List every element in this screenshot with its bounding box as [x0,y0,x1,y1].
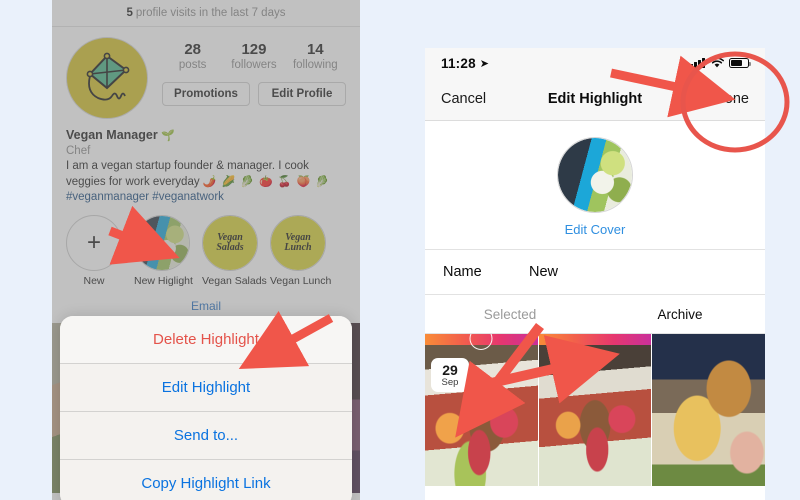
battery-icon [729,58,751,68]
date-badge: 29 Sep [431,358,469,392]
salad-cover-image [558,138,632,212]
cover-section: Edit Cover [425,121,765,250]
copy-highlight-link-option[interactable]: Copy Highlight Link [60,459,352,500]
delete-highlight-option[interactable]: Delete Highlight [60,316,352,363]
highlight-cover-preview[interactable] [557,137,633,213]
cellular-signal-icon [690,58,705,68]
wifi-icon [710,57,724,67]
highlight-action-sheet: Delete Highlight Edit Highlight Send to.… [60,316,352,500]
poke-bowl-image [425,334,538,486]
status-bar-time: 11:28 [441,55,476,71]
name-field-label: Name [443,264,482,280]
poke-bowl-table-image [538,334,652,486]
nav-bar: Cancel Edit Highlight Done [425,78,765,121]
done-button[interactable]: Done [714,91,749,107]
thumbnail-burger-fries[interactable] [651,334,765,486]
edit-highlight-option[interactable]: Edit Highlight [60,363,352,411]
thumbnail-poke-bowl-table[interactable] [537,334,652,486]
story-thumbnail-grid: 29 Sep [425,334,765,486]
edit-highlight-screen: 11:28 ➤ Cancel Edit Highlight Done Edit … [425,48,765,500]
screenshot-stage: 5 profile visits in the last 7 days 28 p… [0,0,800,500]
story-source-tabs: Selected Archive [425,295,765,334]
name-field-value[interactable]: New [529,264,558,280]
location-arrow-icon: ➤ [479,57,490,70]
send-to-option[interactable]: Send to... [60,411,352,459]
burger-fries-image [652,334,765,486]
thumbnail-poke-bowl[interactable]: 29 Sep [425,334,538,486]
cancel-button[interactable]: Cancel [441,91,486,107]
status-bar: 11:28 ➤ [425,48,765,78]
story-gradient-strip [538,334,652,345]
name-field-row[interactable]: Name New [425,250,765,295]
tab-archive[interactable]: Archive [595,295,765,333]
instagram-profile-screen: 5 profile visits in the last 7 days 28 p… [52,0,360,500]
edit-cover-link[interactable]: Edit Cover [425,222,765,237]
date-day: 29 [442,361,458,378]
tab-selected[interactable]: Selected [425,295,595,333]
status-bar-indicators [690,57,751,69]
date-month: Sep [441,376,459,388]
